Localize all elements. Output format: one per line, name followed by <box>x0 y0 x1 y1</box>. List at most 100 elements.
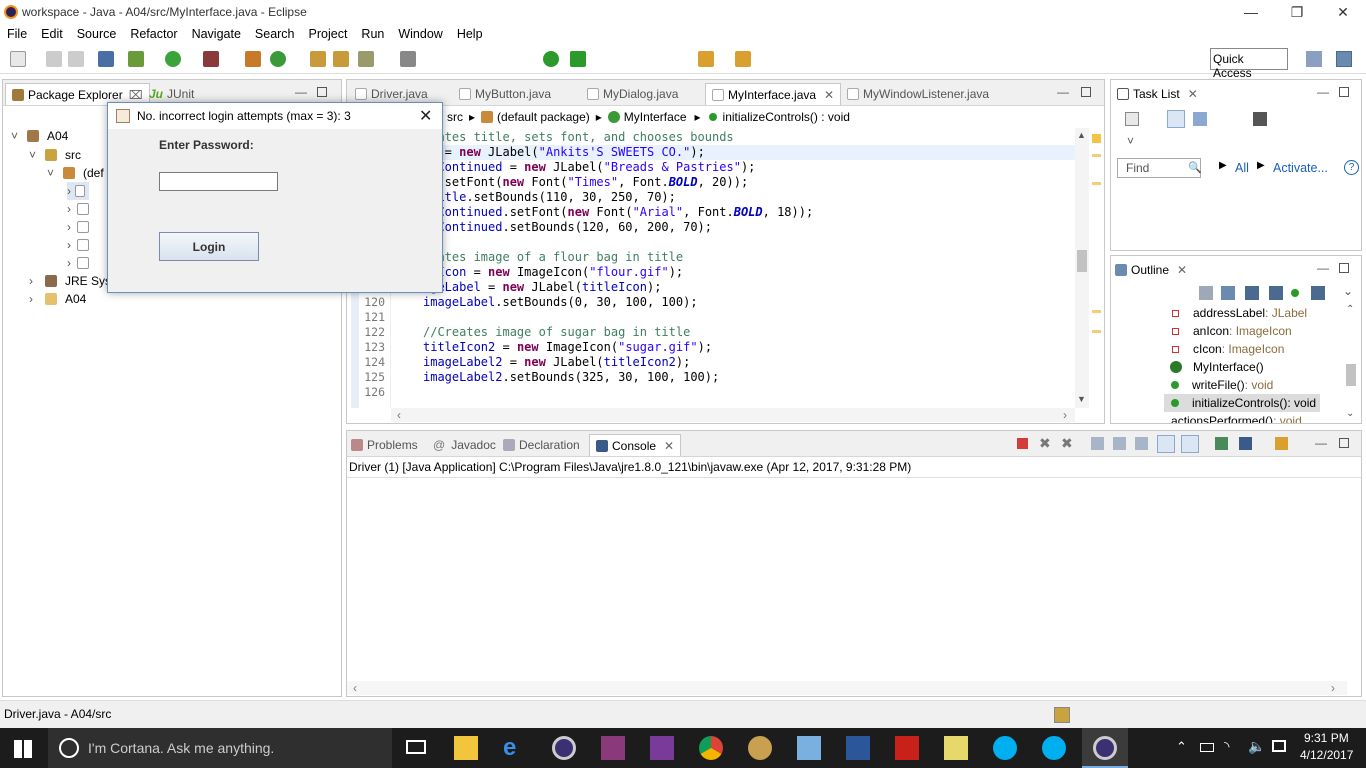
menu-project[interactable]: Project <box>302 27 355 41</box>
outline-item-method[interactable]: writeFile() : void <box>1164 376 1273 394</box>
remove-all-icon[interactable]: ✖ <box>1061 435 1073 452</box>
word-wrap-icon[interactable] <box>1135 437 1148 450</box>
open-folder-icon[interactable] <box>333 51 349 67</box>
menu-run[interactable]: Run <box>354 27 391 41</box>
close-window-button[interactable]: ✕ <box>1320 0 1366 24</box>
clock-time[interactable]: 9:31 PM <box>1304 731 1349 745</box>
tree-item-java-file[interactable]: › <box>67 218 93 236</box>
tab-mydialog-java[interactable]: MyDialog.java <box>587 83 678 105</box>
menu-edit[interactable]: Edit <box>34 27 70 41</box>
console-horizontal-scrollbar[interactable]: ‹ › <box>347 681 1347 695</box>
outline-item-constructor[interactable]: MyInterface() <box>1164 358 1264 376</box>
wifi-icon[interactable]: ◝ <box>1224 738 1229 755</box>
terminate-icon[interactable] <box>1017 438 1028 449</box>
pin-console-icon[interactable] <box>1215 437 1228 450</box>
close-tab-icon[interactable]: ✕ <box>824 88 834 102</box>
notepad-icon[interactable] <box>797 736 821 760</box>
close-tab-icon[interactable]: ⌧ <box>129 88 143 102</box>
run-icon[interactable] <box>165 51 181 67</box>
maximize-view-icon[interactable] <box>1339 87 1349 97</box>
outline-item-method-selected[interactable]: initializeControls() : void <box>1164 394 1321 412</box>
scroll-down-icon[interactable]: ▼ <box>1077 394 1086 404</box>
search-tool-icon[interactable] <box>358 51 374 67</box>
minimize-view-icon[interactable]: — <box>1317 261 1329 275</box>
scroll-up-icon[interactable]: ▲ <box>1077 130 1086 140</box>
new-task-icon[interactable] <box>1125 112 1139 126</box>
menu-file[interactable]: File <box>0 27 34 41</box>
hide-local-types-icon[interactable] <box>1311 286 1325 300</box>
scroll-down-icon[interactable]: ⌄ <box>1346 408 1354 419</box>
eclipse-taskbar-icon[interactable] <box>552 736 576 760</box>
collapse-all-icon[interactable] <box>1199 286 1213 300</box>
file-explorer-icon[interactable] <box>454 736 478 760</box>
onenote-icon[interactable] <box>650 736 674 760</box>
acrobat-icon[interactable] <box>895 736 919 760</box>
breadcrumb-class[interactable]: MyInterface <box>624 110 687 124</box>
scroll-left-icon[interactable]: ‹ <box>397 408 401 422</box>
maximize-view-icon[interactable] <box>1339 438 1349 448</box>
windows-start-icon[interactable] <box>14 740 32 758</box>
green-square-icon[interactable] <box>570 51 586 67</box>
tree-item-folder[interactable]: › A04 <box>29 290 86 308</box>
breadcrumb-package[interactable]: (default package) <box>497 110 590 124</box>
show-on-stderr-icon[interactable] <box>1181 435 1199 453</box>
hide-nonpublic-icon[interactable] <box>1291 289 1299 297</box>
chevron-down-icon[interactable]: ˅ <box>1127 134 1134 148</box>
hide-fields-icon[interactable] <box>1245 286 1259 300</box>
external-tools-icon[interactable] <box>203 51 219 67</box>
notifications-icon[interactable] <box>1272 740 1286 752</box>
save-icon[interactable] <box>46 51 62 67</box>
open-type-icon[interactable] <box>310 51 326 67</box>
tree-item-java-file[interactable]: › <box>67 200 93 218</box>
outline-item-field[interactable]: anIcon : ImageIcon <box>1164 322 1292 340</box>
task-find-input[interactable]: Find 🔍 <box>1117 158 1202 178</box>
edge-icon[interactable]: e <box>503 736 527 760</box>
tab-javadoc[interactable]: @ Javadoc <box>433 434 496 456</box>
maximize-view-icon[interactable] <box>1081 87 1091 97</box>
outline-item-field[interactable]: addressLabel : JLabel <box>1164 304 1307 322</box>
minimize-view-icon[interactable]: — <box>295 85 307 99</box>
outline-vertical-scrollbar[interactable]: ⌃ ⌄ <box>1344 304 1358 422</box>
scroll-thumb[interactable] <box>1346 364 1356 386</box>
scroll-up-icon[interactable]: ⌃ <box>1346 304 1354 315</box>
breadcrumb-method[interactable]: initializeControls() : void <box>723 110 850 124</box>
display-console-icon[interactable] <box>1239 437 1252 450</box>
restore-button[interactable]: ❐ <box>1274 0 1320 24</box>
menu-source[interactable]: Source <box>70 27 124 41</box>
code-area[interactable]: reates title, sets font, and chooses bou… <box>347 128 1075 408</box>
save-all-icon[interactable] <box>68 51 84 67</box>
close-tab-icon[interactable]: ✕ <box>1188 87 1198 101</box>
forward-icon[interactable] <box>735 51 751 67</box>
categorized-icon[interactable] <box>1167 110 1185 128</box>
breadcrumb-src[interactable]: src <box>447 110 463 124</box>
minimize-view-icon[interactable]: — <box>1057 85 1069 99</box>
tree-item-java-file[interactable]: › <box>67 254 93 272</box>
open-console-icon[interactable] <box>1275 437 1288 450</box>
editor-vertical-scrollbar[interactable]: ▲ ▼ <box>1075 128 1089 408</box>
tab-mywindowlistener-java[interactable]: MyWindowListener.java <box>847 83 989 105</box>
tree-item-project[interactable]: ˅ A04 <box>11 127 68 145</box>
tree-item-default-package[interactable]: ˅ (def <box>47 164 104 182</box>
menu-window[interactable]: Window <box>391 27 449 41</box>
outline-item-method[interactable]: ˅ actionsPerformed() : void <box>1164 412 1302 423</box>
maximize-view-icon[interactable] <box>1339 263 1349 273</box>
login-button[interactable]: Login <box>159 232 259 261</box>
remove-launch-icon[interactable]: ✖ <box>1039 435 1051 452</box>
chrome-icon[interactable] <box>699 736 723 760</box>
open-perspective-icon[interactable] <box>1306 51 1322 67</box>
outline-item-field[interactable]: cIcon : ImageIcon <box>1164 340 1284 358</box>
clear-console-icon[interactable] <box>1091 437 1104 450</box>
tab-outline[interactable]: Outline ✕ <box>1115 259 1187 281</box>
skype-business-icon[interactable] <box>1042 736 1066 760</box>
paint-icon[interactable] <box>748 736 772 760</box>
tree-item-java-file[interactable]: › <box>67 236 93 254</box>
scroll-right-icon[interactable]: › <box>1331 681 1335 695</box>
editor-horizontal-scrollbar[interactable]: ‹ › <box>391 408 1075 422</box>
volume-icon[interactable]: 🔈 <box>1248 738 1265 755</box>
word-icon[interactable] <box>846 736 870 760</box>
menu-refactor[interactable]: Refactor <box>123 27 184 41</box>
new-java-project-icon[interactable] <box>245 51 261 67</box>
skip-breakpoints-icon[interactable] <box>98 51 114 67</box>
tree-item-java-file[interactable]: › <box>67 182 89 200</box>
show-on-stdout-icon[interactable] <box>1157 435 1175 453</box>
